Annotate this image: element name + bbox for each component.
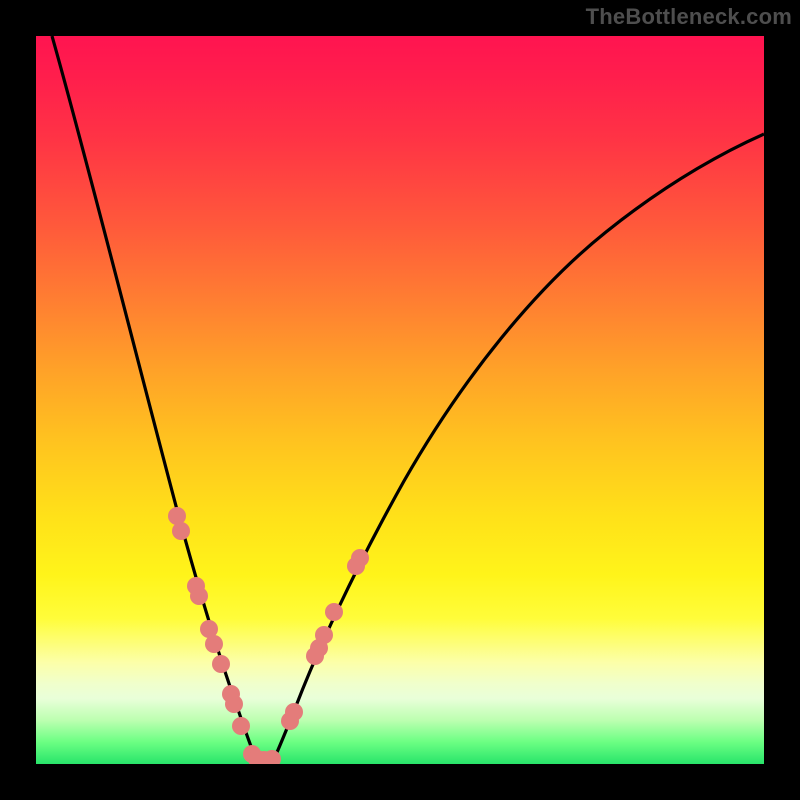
data-point <box>315 626 333 644</box>
data-point <box>285 703 303 721</box>
data-point <box>212 655 230 673</box>
data-point <box>172 522 190 540</box>
data-point <box>205 635 223 653</box>
data-point <box>232 717 250 735</box>
curves-layer <box>36 36 764 764</box>
watermark-text: TheBottleneck.com <box>586 4 792 30</box>
data-point <box>190 587 208 605</box>
data-point <box>225 695 243 713</box>
chart-frame: TheBottleneck.com <box>0 0 800 800</box>
plot-area <box>36 36 764 764</box>
data-point <box>325 603 343 621</box>
scatter-points <box>168 507 369 764</box>
data-point <box>351 549 369 567</box>
curve-right <box>272 134 764 763</box>
curve-left <box>52 36 258 763</box>
